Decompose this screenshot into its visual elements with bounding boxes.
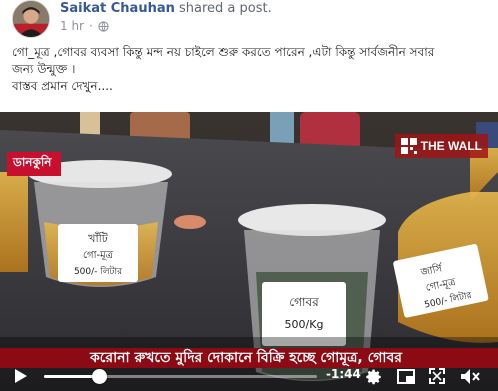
jar-label-text: গো-মূত্র: [83, 250, 114, 261]
picture-in-picture-icon[interactable]: [397, 369, 415, 384]
jar-label-text: 500/- লিটার: [74, 265, 123, 277]
post-timestamp[interactable]: 1 hr: [60, 19, 84, 33]
volume-icon[interactable]: [460, 368, 480, 385]
play-icon[interactable]: [14, 368, 28, 384]
jar-label-text: খাঁটি: [88, 231, 109, 245]
avatar-image: [13, 1, 49, 37]
author-line: Saikat Chauhan shared a post.: [60, 1, 272, 16]
post-text-line: গো_মূত্র ,গোবর ব্যবসা কিন্তু মন্দ নয় চা…: [12, 45, 435, 59]
post-text-line: জন্য উন্মুক্ত ।: [12, 62, 76, 76]
location-badge: ডানকুনি: [7, 152, 62, 176]
video-player[interactable]: খাঁটি গো-মূত্র 500/- লিটার গোবর 500/Kg জ…: [0, 112, 498, 391]
wall-grid-icon: [400, 138, 417, 154]
fullscreen-icon[interactable]: [429, 368, 445, 384]
author-name-link[interactable]: Saikat Chauhan: [60, 1, 175, 16]
post-meta: 1 hr ·: [60, 19, 109, 33]
gear-icon[interactable]: [365, 368, 383, 386]
time-remaining: -1:44: [326, 367, 361, 381]
progress-scrubber[interactable]: [91, 369, 107, 384]
post-text: গো_মূত্র ,গোবর ব্যবসা কিন্তু মন্দ নয় চা…: [12, 44, 488, 95]
jar-label-text: 500/Kg: [285, 318, 324, 331]
jar-label-text: গোবর: [289, 295, 319, 309]
channel-logo-text: THE WALL: [420, 139, 482, 153]
post-action-text: shared a post.: [179, 1, 272, 16]
post-header: Saikat Chauhan shared a post. 1 hr ·: [0, 0, 498, 38]
globe-icon[interactable]: [98, 20, 109, 32]
progress-bar[interactable]: [44, 369, 317, 384]
progress-fill: [44, 375, 99, 378]
avatar[interactable]: [12, 0, 50, 38]
channel-logo: THE WALL: [394, 134, 488, 158]
separator-dot: ·: [89, 19, 93, 33]
post-text-line: বাস্তব প্রমান দেখুন....: [12, 79, 113, 93]
video-controls: -1:44: [0, 358, 498, 391]
